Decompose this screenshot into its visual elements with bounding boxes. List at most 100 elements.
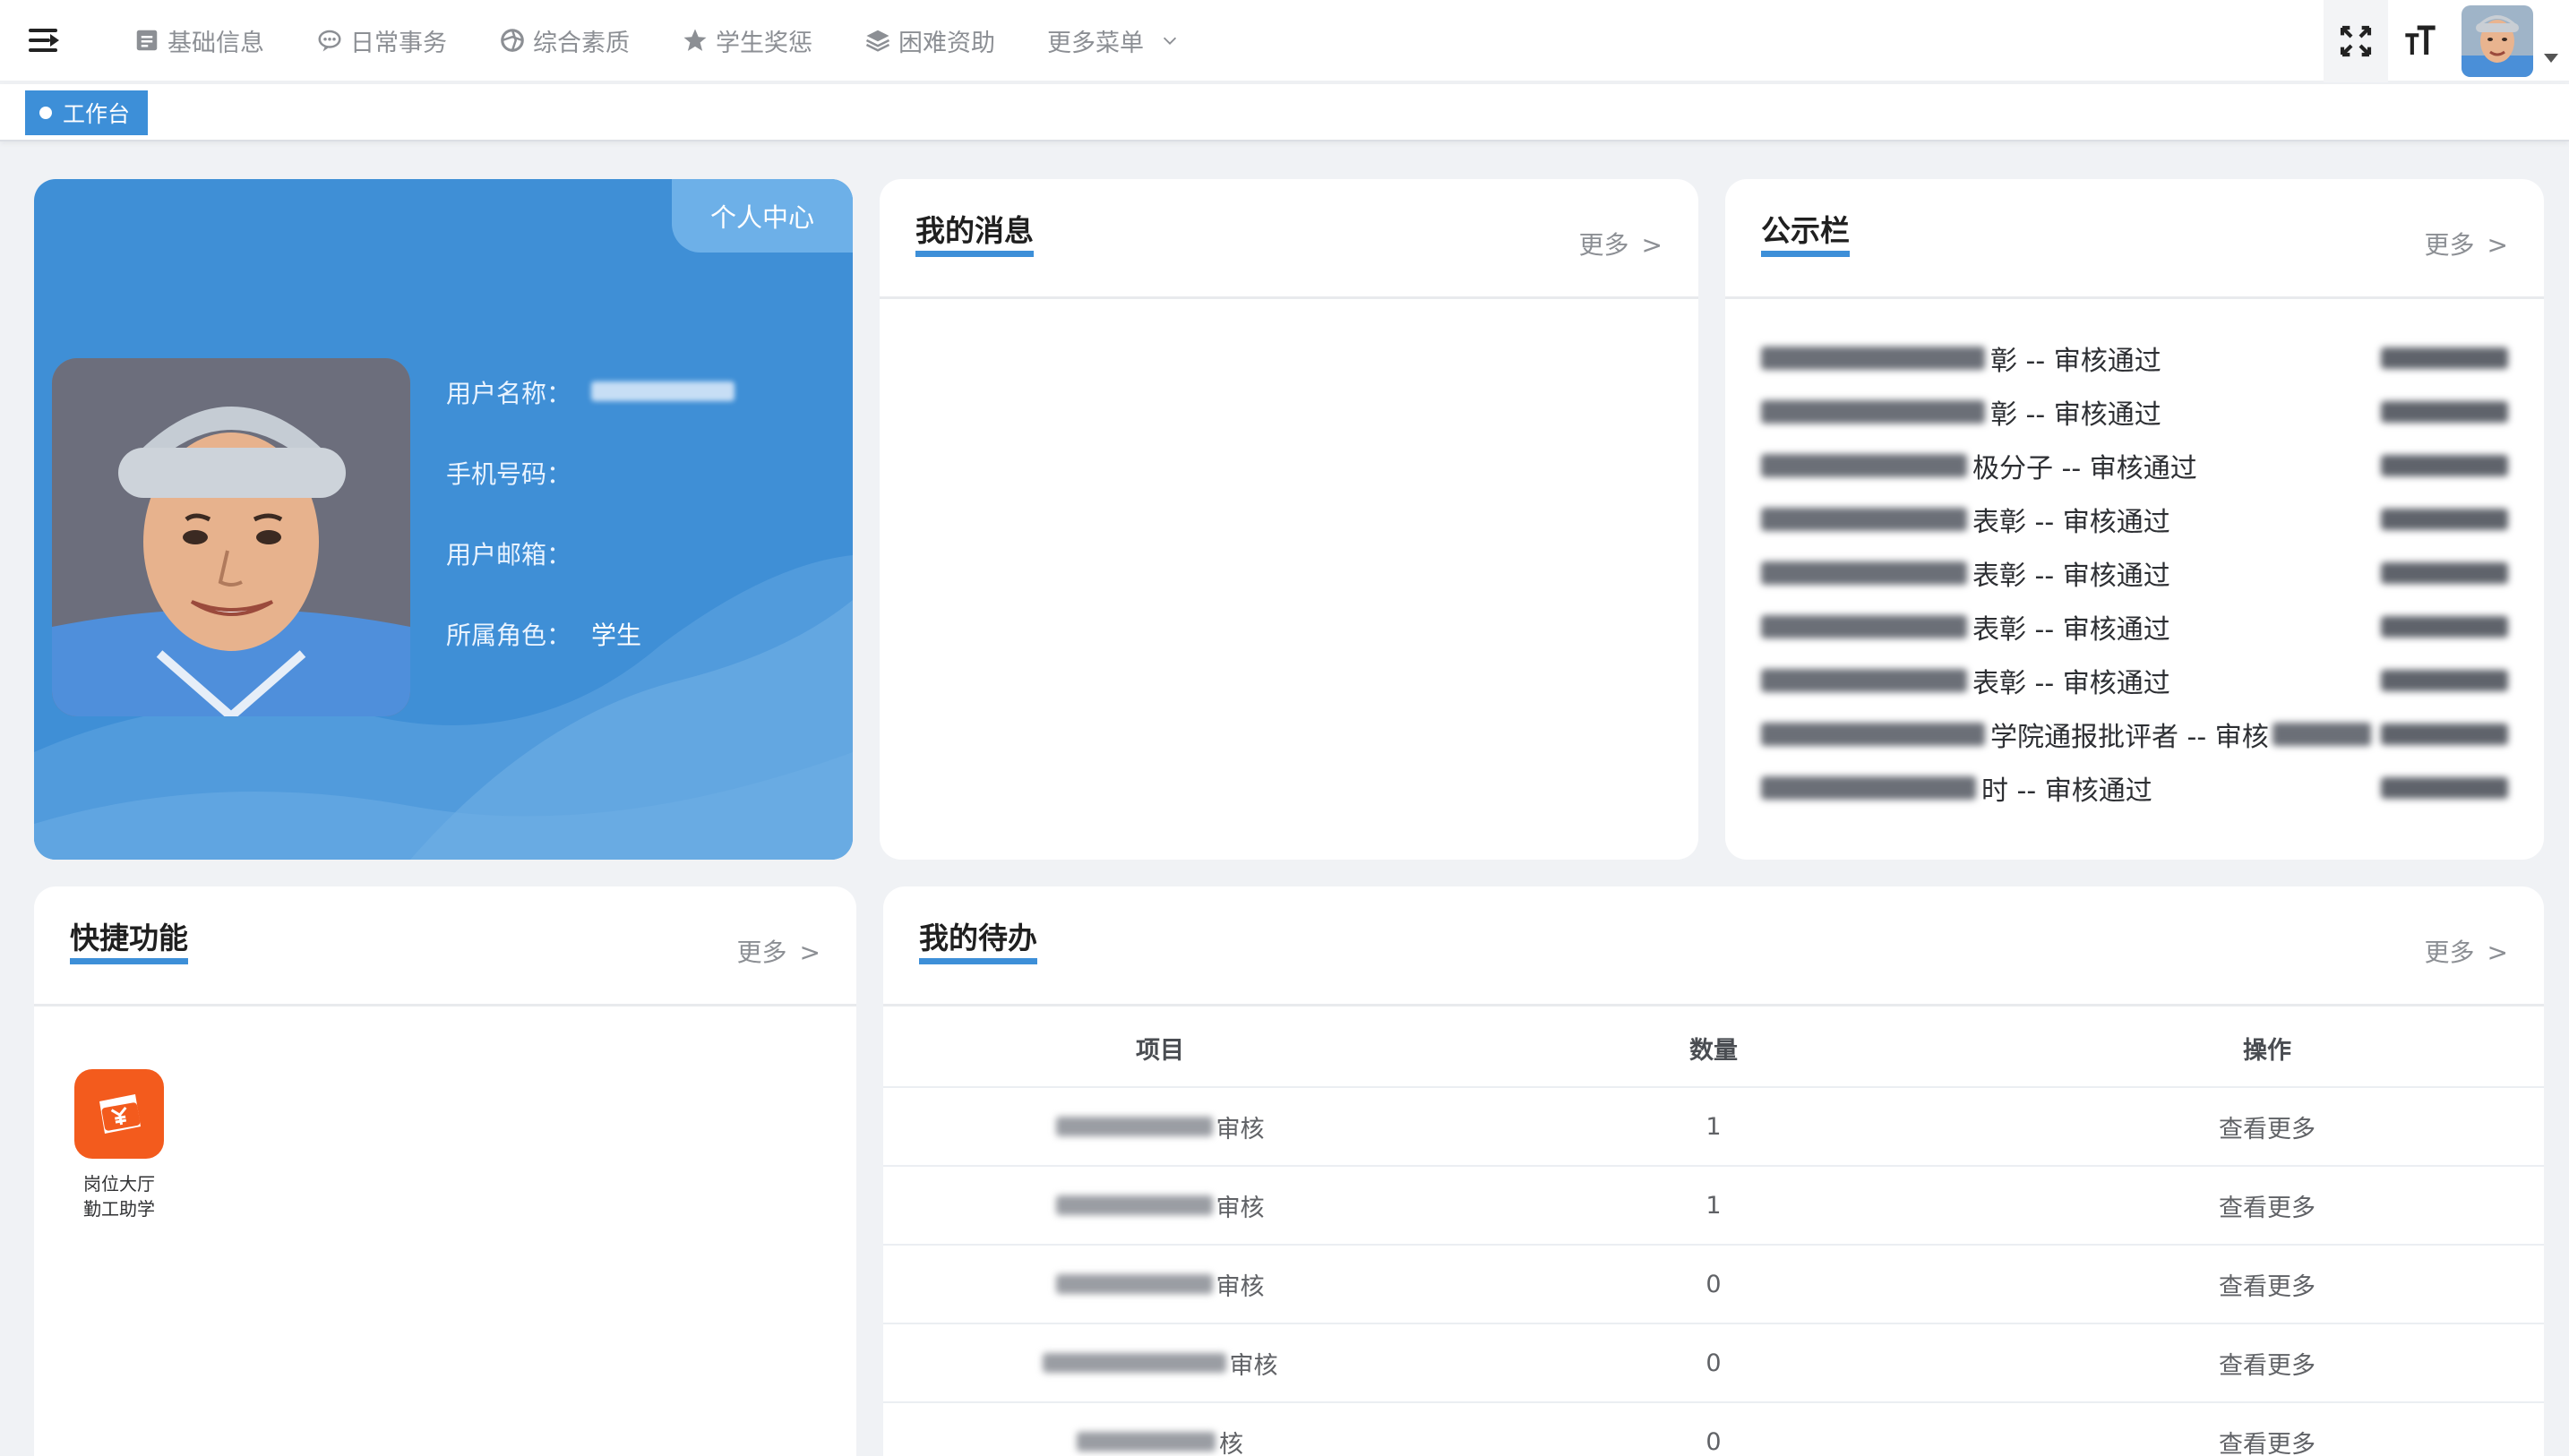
nav-item-label: 更多菜单: [1047, 29, 1144, 57]
profile-photo: [52, 358, 410, 716]
more-label: 更多: [736, 938, 787, 967]
username-row: 用户名称：: [446, 374, 735, 410]
view-more-link[interactable]: 查看更多: [1990, 1109, 2544, 1144]
todo-count: 0: [1706, 1270, 1722, 1298]
notice-date-redacted: [2381, 347, 2508, 369]
more-label: 更多: [1578, 230, 1629, 260]
username-value-redacted: [591, 378, 735, 407]
top-navbar: 基础信息 日常事务 综合素质 学生奖惩 困难资助 更多菜单: [0, 0, 2569, 82]
nav-item-label: 日常事务: [350, 29, 447, 57]
more-label: 更多: [2424, 938, 2475, 967]
active-dot-icon: [39, 107, 52, 119]
user-avatar[interactable]: [2462, 5, 2533, 77]
nav-item-label: 综合素质: [533, 29, 630, 57]
notice-text: 表彰 -- 审核通过: [1972, 507, 2170, 538]
aperture-icon: [501, 29, 524, 52]
document-icon: [136, 30, 158, 51]
user-menu-caret[interactable]: [2533, 0, 2569, 82]
hamburger-icon[interactable]: [27, 24, 59, 56]
tags-bar: 工作台: [0, 84, 2569, 141]
view-more-link[interactable]: 查看更多: [1990, 1425, 2544, 1456]
view-more-link[interactable]: 查看更多: [1990, 1188, 2544, 1223]
card-title: 我的消息: [915, 213, 1034, 257]
ticket-icon: [74, 1069, 164, 1159]
todo-table: 项目 数量 操作 审核 1 查看更多 审核 1 查看更多 审核 0 查看更多 审…: [883, 1009, 2544, 1456]
quick-label-line2: 勤工助学: [83, 1198, 155, 1220]
quick-more-link[interactable]: 更多 >: [737, 933, 821, 969]
todo-count: 0: [1706, 1427, 1722, 1456]
view-more-link[interactable]: 查看更多: [1990, 1346, 2544, 1381]
todo-item-text: 审核: [1229, 1351, 1278, 1380]
avatar-image: [2462, 5, 2533, 77]
header-count: 数量: [1689, 1036, 1738, 1065]
email-label: 用户邮箱：: [446, 540, 572, 570]
notice-text: 表彰 -- 审核通过: [1972, 614, 2170, 646]
nav-item-daily-affairs[interactable]: 日常事务: [290, 0, 473, 81]
card-title: 快捷功能: [70, 921, 188, 964]
notice-date-redacted: [2381, 616, 2508, 638]
notice-item[interactable]: 极分子 -- 审核通过: [1761, 439, 2508, 492]
font-size-icon: [2405, 25, 2436, 55]
view-more-link[interactable]: 查看更多: [1990, 1267, 2544, 1302]
notice-date-redacted: [2381, 455, 2508, 476]
nav-item-quality[interactable]: 综合素质: [473, 0, 656, 81]
notice-item[interactable]: 表彰 -- 审核通过: [1761, 492, 2508, 546]
card-header: 快捷功能 更多 >: [34, 886, 856, 1006]
notice-item[interactable]: 时 -- 审核通过: [1761, 761, 2508, 815]
fullscreen-icon: [2340, 25, 2372, 57]
font-size-button[interactable]: [2388, 0, 2453, 82]
chat-icon: [318, 30, 341, 52]
todo-card: 我的待办 更多 > 项目 数量 操作 审核 1 查看更多 审核 1 查看更多 审核…: [883, 886, 2544, 1456]
quick-functions-card: 快捷功能 更多 > 岗位大厅 勤工助学: [34, 886, 856, 1456]
notice-item[interactable]: 表彰 -- 审核通过: [1761, 546, 2508, 600]
nav-right-tools: [2324, 0, 2569, 82]
notice-item[interactable]: 表彰 -- 审核通过: [1761, 600, 2508, 654]
role-label: 所属角色：: [446, 621, 572, 650]
email-row: 用户邮箱：: [446, 535, 571, 571]
notice-date-redacted: [2381, 670, 2508, 691]
todo-item-text: 审核: [1216, 1194, 1265, 1222]
tag-workbench[interactable]: 工作台: [25, 90, 149, 135]
tag-label: 工作台: [63, 101, 131, 127]
role-value: 学生: [591, 621, 642, 650]
table-row: 审核 0 查看更多: [883, 1324, 2544, 1403]
notice-list: 彰 -- 审核通过 彰 -- 审核通过 极分子 -- 审核通过 表彰 -- 审核…: [1761, 331, 2508, 815]
quick-label-line1: 岗位大厅: [83, 1173, 155, 1195]
quick-item-job-hall[interactable]: 岗位大厅 勤工助学: [70, 1069, 168, 1221]
notice-date-redacted: [2381, 562, 2508, 584]
notice-text: 彰 -- 审核通过: [1990, 399, 2161, 431]
nav-item-label: 基础信息: [168, 29, 264, 57]
notice-text: 学院通报批评者 -- 审核: [1990, 722, 2269, 753]
todo-item-cell: 审核: [883, 1267, 1437, 1302]
nav-item-rewards[interactable]: 学生奖惩: [656, 0, 838, 81]
notice-date-redacted: [2381, 401, 2508, 423]
nav-item-financial-aid[interactable]: 困难资助: [838, 0, 1021, 81]
nav-item-more-menu[interactable]: 更多菜单: [1021, 0, 1206, 81]
nav-item-label: 学生奖惩: [716, 29, 812, 57]
notice-text: 表彰 -- 审核通过: [1972, 561, 2170, 592]
notices-more-link[interactable]: 更多 >: [2425, 226, 2508, 261]
todo-count: 1: [1706, 1191, 1722, 1220]
todo-item-cell: 审核: [883, 1109, 1437, 1144]
table-header-row: 项目 数量 操作: [883, 1009, 2544, 1088]
fullscreen-button[interactable]: [2324, 0, 2388, 82]
notice-item[interactable]: 表彰 -- 审核通过: [1761, 654, 2508, 707]
more-arrow: >: [799, 938, 821, 967]
more-arrow: >: [2487, 230, 2508, 260]
personal-center-tab[interactable]: 个人中心: [672, 179, 853, 253]
notice-item[interactable]: 彰 -- 审核通过: [1761, 331, 2508, 385]
notice-item[interactable]: 学院通报批评者 -- 审核: [1761, 707, 2508, 761]
todo-item-cell: 审核: [883, 1346, 1437, 1381]
todo-more-link[interactable]: 更多 >: [2425, 933, 2508, 969]
table-row: 审核 0 查看更多: [883, 1246, 2544, 1324]
card-header: 我的消息 更多 >: [880, 179, 1698, 299]
notice-item[interactable]: 彰 -- 审核通过: [1761, 385, 2508, 439]
username-label: 用户名称：: [446, 379, 572, 408]
todo-item-cell: 核: [883, 1425, 1437, 1456]
todo-count: 0: [1706, 1349, 1722, 1377]
messages-more-link[interactable]: 更多 >: [1579, 226, 1663, 261]
card-title: 公示栏: [1761, 213, 1850, 257]
nav-item-basic-info[interactable]: 基础信息: [107, 0, 290, 81]
notice-text: 彰 -- 审核通过: [1990, 346, 2161, 377]
layers-icon: [865, 30, 890, 52]
